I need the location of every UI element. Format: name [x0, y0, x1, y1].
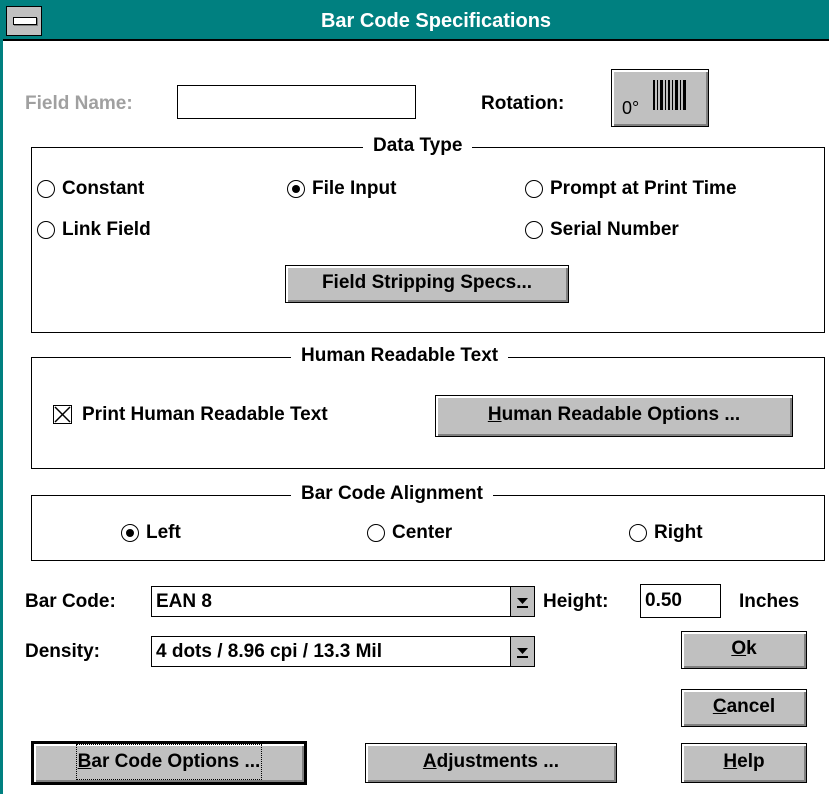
bar-code-select[interactable]: EAN 8 — [151, 586, 535, 617]
human-readable-legend: Human Readable Text — [291, 345, 509, 367]
bar-code-value: EAN 8 — [156, 591, 212, 612]
file-input-radio[interactable] — [287, 180, 305, 198]
align-left-radio[interactable] — [121, 524, 139, 542]
window-title: Bar Code Specifications — [320, 10, 552, 32]
barcode-icon — [653, 80, 686, 110]
link-field-radio[interactable] — [37, 221, 55, 239]
field-name-input[interactable] — [177, 85, 416, 119]
title-bar[interactable]: Bar Code Specifications — [3, 3, 829, 41]
dropdown-arrow-icon[interactable] — [510, 637, 534, 666]
print-human-readable-label[interactable]: Print Human Readable Text — [82, 404, 328, 426]
rotation-button[interactable]: 0° — [611, 69, 709, 127]
system-menu-icon[interactable] — [6, 6, 42, 36]
prompt-at-print-time-radio[interactable] — [525, 180, 543, 198]
bar-code-options-button[interactable]: Bar Code Options ... — [31, 741, 307, 785]
dropdown-arrow-icon[interactable] — [510, 587, 534, 616]
serial-number-radio[interactable] — [525, 221, 543, 239]
density-label: Density: — [25, 641, 100, 662]
align-right-label[interactable]: Right — [654, 522, 703, 544]
density-value: 4 dots / 8.96 cpi / 13.3 Mil — [156, 641, 382, 662]
data-type-legend: Data Type — [363, 135, 473, 157]
adjustments-button[interactable]: Adjustments ... — [365, 743, 617, 783]
field-name-label: Field Name: — [25, 93, 133, 114]
ok-button[interactable]: Ok — [681, 631, 807, 669]
density-select[interactable]: 4 dots / 8.96 cpi / 13.3 Mil — [151, 636, 535, 667]
prompt-at-print-time-label[interactable]: Prompt at Print Time — [550, 178, 737, 200]
align-right-radio[interactable] — [629, 524, 647, 542]
print-human-readable-checkbox[interactable] — [53, 405, 72, 424]
help-button[interactable]: Help — [681, 743, 807, 783]
serial-number-label[interactable]: Serial Number — [550, 219, 679, 241]
align-center-radio[interactable] — [367, 524, 385, 542]
human-readable-options-button[interactable]: Human Readable Options ... — [435, 395, 793, 437]
link-field-label[interactable]: Link Field — [62, 219, 151, 241]
height-label: Height: — [543, 591, 609, 612]
constant-radio[interactable] — [37, 180, 55, 198]
check-x-icon — [54, 406, 71, 423]
rotation-label: Rotation: — [481, 93, 565, 114]
rotation-degree: 0° — [622, 98, 640, 118]
bar-code-label: Bar Code: — [25, 591, 116, 612]
file-input-label[interactable]: File Input — [312, 178, 396, 200]
field-stripping-specs-button[interactable]: Field Stripping Specs... — [285, 265, 569, 303]
dialog-window: Bar Code Specifications Field Name: Rota… — [0, 0, 829, 794]
cancel-button[interactable]: Cancel — [681, 689, 807, 727]
field-stripping-specs-label: Field Stripping Specs... — [321, 272, 533, 293]
height-unit: Inches — [739, 591, 800, 612]
constant-label[interactable]: Constant — [62, 178, 144, 200]
align-center-label[interactable]: Center — [392, 522, 452, 544]
height-input[interactable]: 0.50 — [640, 584, 721, 618]
align-left-label[interactable]: Left — [146, 522, 181, 544]
alignment-legend: Bar Code Alignment — [291, 483, 493, 505]
